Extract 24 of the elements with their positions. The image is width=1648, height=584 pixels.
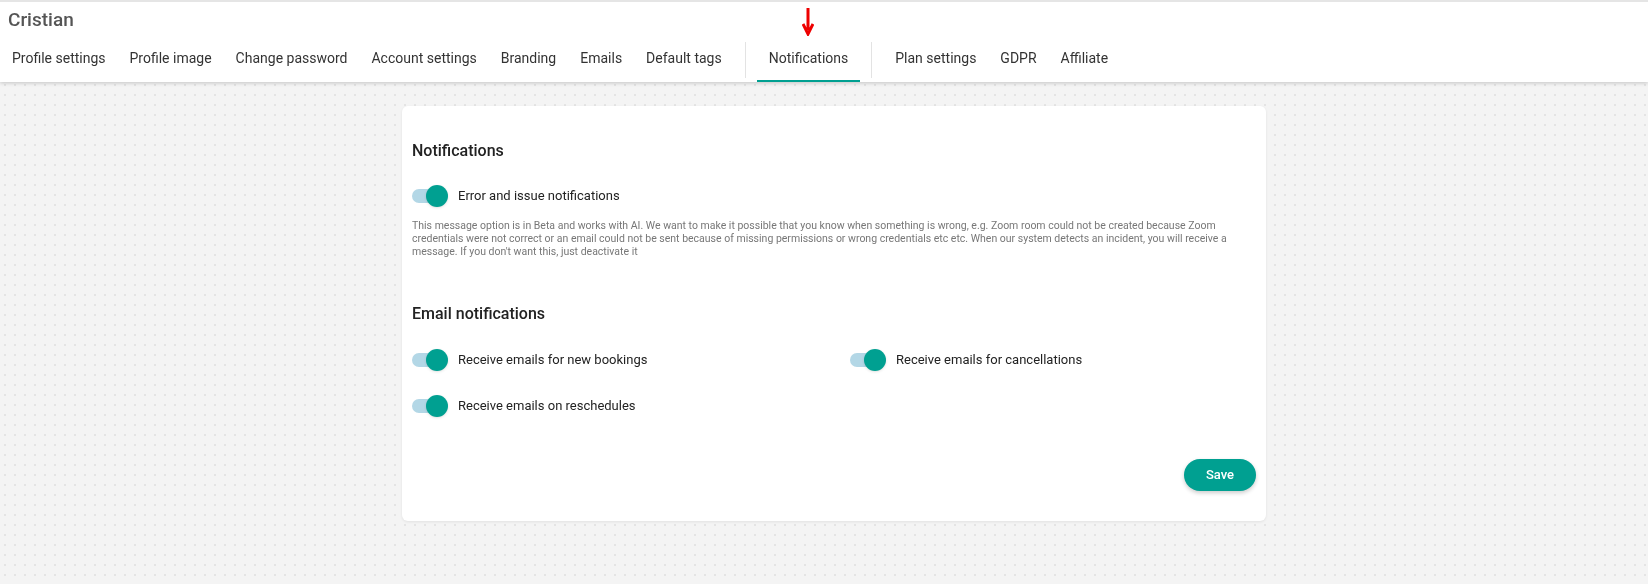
tab[interactable]: Emails (568, 36, 635, 82)
tab[interactable]: Plan settings (883, 36, 989, 82)
page-title: Cristian (8, 8, 74, 32)
toggle-label: Receive emails for new bookings (458, 351, 648, 370)
tab[interactable]: Change password (223, 36, 360, 82)
toggle-label: Receive emails on reschedules (458, 397, 636, 416)
description-text: This message option is in Beta and works with AI. We want to make it possible that you know when something is wrong, e.g. Zoom room could not be created because Zoom credentials were not correct or an email could not be sent because of missing permissions or wrong credentials etc etc. When our system detects an incident, you will receive a message. If you don't want this, just deactivate it (412, 219, 1228, 258)
toggle-label: Error and issue notifications (458, 187, 620, 206)
toggle-label: Receive emails for cancellations (896, 351, 1083, 370)
tab[interactable]: Default tags (634, 36, 734, 82)
toggle-switch[interactable] (412, 395, 448, 417)
toggle-switch[interactable] (412, 349, 448, 371)
section-heading: Notifications (412, 140, 505, 162)
tab[interactable]: Notifications (756, 36, 861, 82)
toggle-switch[interactable] (850, 349, 886, 371)
toggle-switch[interactable] (412, 185, 448, 207)
tab[interactable]: GDPR (988, 36, 1049, 82)
tab[interactable]: Profile image (117, 36, 224, 82)
tab[interactable]: Account settings (359, 36, 489, 82)
tab[interactable]: Affiliate (1048, 36, 1121, 82)
section-heading: Email notifications (412, 303, 547, 325)
tab[interactable]: Profile settings (0, 36, 118, 82)
tab[interactable]: Branding (488, 36, 569, 82)
arrow-icon (802, 8, 815, 36)
